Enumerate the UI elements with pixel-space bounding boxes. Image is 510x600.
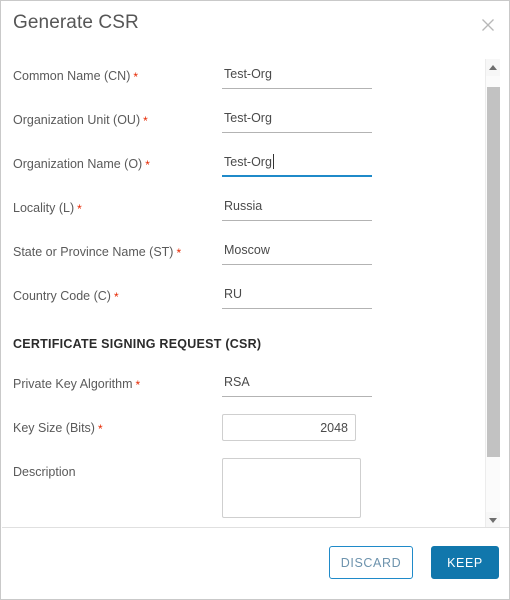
discard-button[interactable]: DISCARD [329,546,413,579]
field-label-text: Description [13,465,76,479]
key-size-input[interactable] [222,414,356,441]
dialog-body: Common Name (CN)* Organization Unit (OU)… [2,51,494,529]
required-marker: * [133,70,139,84]
state-province-input[interactable] [222,239,372,265]
dialog-footer: DISCARD KEEP [2,527,509,598]
field-row-locality: Locality (L) * [2,189,482,233]
required-marker: * [77,202,82,216]
scrollbar-thumb[interactable] [487,87,500,457]
arrow-down-icon [489,518,497,523]
csr-section-heading: CERTIFICATE SIGNING REQUEST (CSR) [2,321,482,365]
field-label-text: Key Size (Bits) [13,421,95,435]
field-label-text: Common Name (CN) [13,69,131,83]
field-label: Country Code (C) * [13,289,119,304]
required-marker: * [145,158,150,172]
field-row-private-key-algorithm: Private Key Algorithm * [2,365,482,409]
keep-button[interactable]: KEEP [431,546,499,579]
field-label: Locality (L) * [13,201,82,216]
field-label-text: Private Key Algorithm [13,377,133,391]
field-label: Description [13,465,76,479]
field-label-text: Organization Unit (OU) [13,113,141,127]
country-code-input[interactable] [222,283,372,309]
field-label-text: Country Code (C) [13,289,111,303]
field-label: Organization Unit (OU) * [13,113,148,128]
field-label: Organization Name (O) * [13,157,150,172]
scroll-up-button[interactable] [486,59,500,76]
field-label: Common Name (CN) * [13,69,139,84]
private-key-algorithm-input[interactable] [222,371,372,397]
close-icon[interactable] [479,16,497,34]
field-row-key-size: Key Size (Bits) * [2,409,482,453]
field-row-state-province: State or Province Name (ST) * [2,233,482,277]
field-label-text: Locality (L) [13,201,75,215]
required-marker: * [143,114,148,128]
form-scrollbar[interactable] [485,59,500,529]
field-row-organization-unit: Organization Unit (OU) * [2,101,482,145]
field-label: Key Size (Bits) * [13,421,103,436]
locality-input[interactable] [222,195,372,221]
arrow-up-icon [489,65,497,70]
field-label-text: Organization Name (O) [13,157,143,171]
dialog-header: Generate CSR [1,1,509,51]
page-title: Generate CSR [13,12,139,33]
field-label-text: State or Province Name (ST) [13,245,174,259]
field-row-description: Description [2,453,482,518]
required-marker: * [135,378,141,392]
organization-name-input[interactable] [222,151,372,177]
required-marker: * [113,290,119,304]
field-label: Private Key Algorithm * [13,377,141,392]
description-textarea[interactable] [222,458,361,518]
organization-unit-input[interactable] [222,107,372,133]
field-row-organization-name: Organization Name (O) * [2,145,482,189]
field-row-common-name: Common Name (CN) * [2,57,482,101]
required-marker: * [97,422,103,436]
field-row-country-code: Country Code (C) * [2,277,482,321]
required-marker: * [176,246,182,260]
generate-csr-dialog: Generate CSR Common Name (CN)* Organizat… [0,0,510,600]
common-name-input[interactable] [222,63,372,89]
csr-form: Common Name (CN)* Organization Unit (OU)… [2,51,482,518]
field-label: State or Province Name (ST) * [13,245,182,260]
text-cursor [273,154,274,169]
section-heading-text: CERTIFICATE SIGNING REQUEST (CSR) [13,337,262,351]
